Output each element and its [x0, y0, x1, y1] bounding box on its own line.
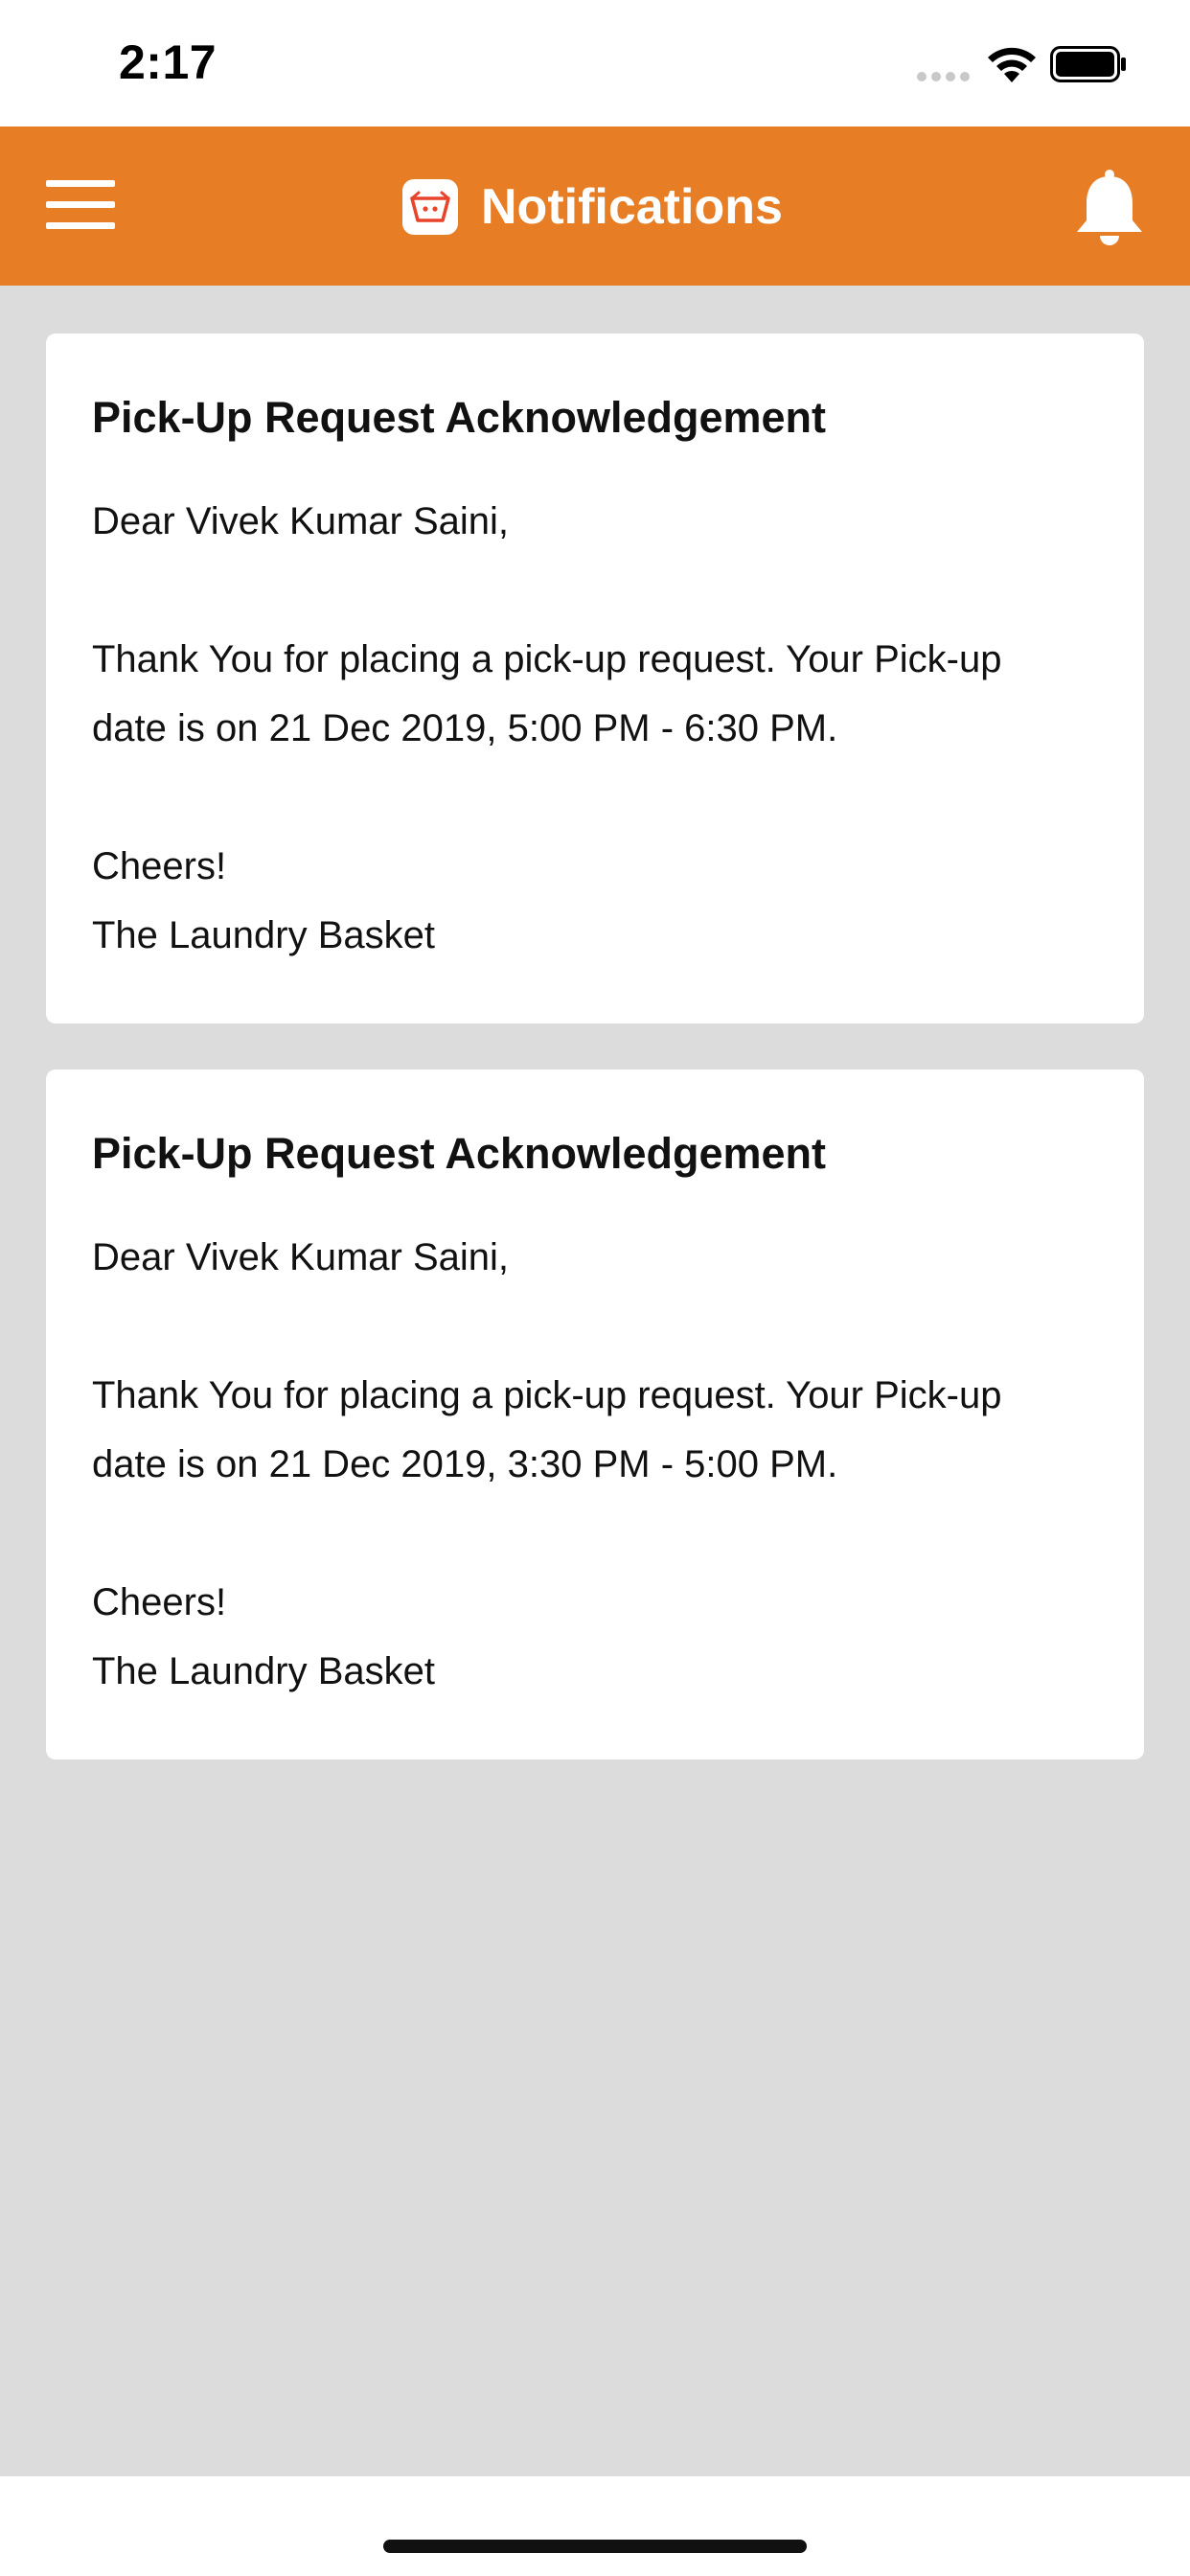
notification-body-line: date is on 21 Dec 2019, 5:00 PM - 6:30 P… — [92, 707, 838, 749]
notification-card[interactable]: Pick-Up Request Acknowledgement Dear Viv… — [46, 334, 1144, 1024]
notifications-button[interactable] — [1073, 169, 1146, 249]
menu-button[interactable] — [38, 178, 125, 236]
laundry-basket-icon — [402, 179, 458, 235]
header-title-group: Notifications — [402, 169, 783, 245]
notification-greeting: Dear Vivek Kumar Saini, — [92, 500, 509, 542]
home-indicator[interactable] — [383, 2540, 807, 2553]
status-time: 2:17 — [119, 35, 217, 89]
notifications-list[interactable]: Pick-Up Request Acknowledgement Dear Viv… — [0, 286, 1190, 2476]
notification-card[interactable]: Pick-Up Request Acknowledgement Dear Viv… — [46, 1070, 1144, 1760]
notification-signoff: Cheers! — [92, 1581, 227, 1623]
cellular-signal-icon — [917, 72, 970, 81]
notification-signature: The Laundry Basket — [92, 1650, 435, 1692]
notification-body-line: Thank You for placing a pick-up request.… — [92, 638, 1002, 680]
wifi-icon — [988, 47, 1036, 82]
notification-title: Pick-Up Request Acknowledgement — [92, 393, 826, 442]
page-title: Notifications — [481, 179, 783, 235]
app-header: Notifications — [0, 126, 1190, 286]
notification-greeting: Dear Vivek Kumar Saini, — [92, 1236, 509, 1278]
notification-signoff: Cheers! — [92, 845, 227, 887]
home-indicator-area — [0, 2476, 1190, 2576]
bell-icon — [1077, 170, 1142, 245]
status-bar: 2:17 — [0, 0, 1190, 126]
notification-signature: The Laundry Basket — [92, 914, 435, 956]
notification-body-line: date is on 21 Dec 2019, 3:30 PM - 5:00 P… — [92, 1443, 838, 1485]
battery-icon — [1050, 46, 1126, 82]
notification-body-line: Thank You for placing a pick-up request.… — [92, 1374, 1002, 1416]
notification-title: Pick-Up Request Acknowledgement — [92, 1129, 826, 1178]
